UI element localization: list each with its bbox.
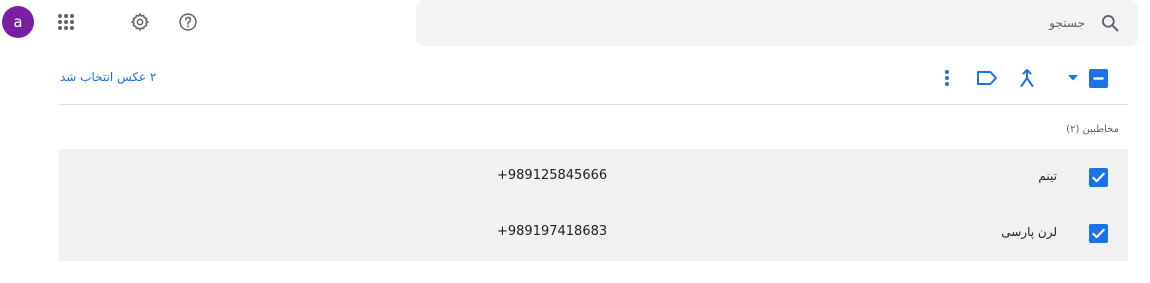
- search-icon[interactable]: [1099, 12, 1121, 34]
- dropdown-arrow-icon[interactable]: [1062, 67, 1084, 89]
- search-bar[interactable]: [416, 0, 1138, 46]
- merge-icon[interactable]: [1016, 67, 1038, 89]
- apps-icon[interactable]: [55, 11, 77, 33]
- contact-name: تینم: [1038, 169, 1057, 183]
- label-icon[interactable]: [976, 67, 998, 89]
- help-icon[interactable]: [177, 11, 199, 33]
- contact-phone: +989125845666: [497, 168, 608, 183]
- contact-checkbox[interactable]: [1088, 167, 1108, 187]
- contact-name: لرن پارسی: [1001, 225, 1057, 239]
- account-avatar[interactable]: a: [2, 6, 34, 38]
- selected-count-label[interactable]: ۲ عکس انتخاب شد: [60, 70, 156, 84]
- contacts-list: تینم +989125845666 لرن پارسی +9891974186…: [59, 149, 1128, 261]
- contact-row[interactable]: تینم +989125845666: [59, 149, 1128, 205]
- toolbar-divider: [59, 104, 1128, 105]
- checked-checkbox-icon: [1088, 223, 1108, 243]
- contact-phone: +989197418683: [497, 224, 608, 239]
- select-all-checkbox[interactable]: [1087, 67, 1109, 89]
- contacts-section-title: مخاطبین (۲): [1066, 124, 1119, 135]
- checked-checkbox-icon: [1088, 167, 1108, 187]
- indeterminate-checkbox-icon: [1088, 68, 1108, 88]
- contact-row[interactable]: لرن پارسی +989197418683: [59, 205, 1128, 261]
- search-input[interactable]: [485, 16, 1085, 30]
- contact-checkbox[interactable]: [1088, 223, 1108, 243]
- settings-icon[interactable]: [129, 11, 151, 33]
- more-vert-icon[interactable]: [936, 67, 958, 89]
